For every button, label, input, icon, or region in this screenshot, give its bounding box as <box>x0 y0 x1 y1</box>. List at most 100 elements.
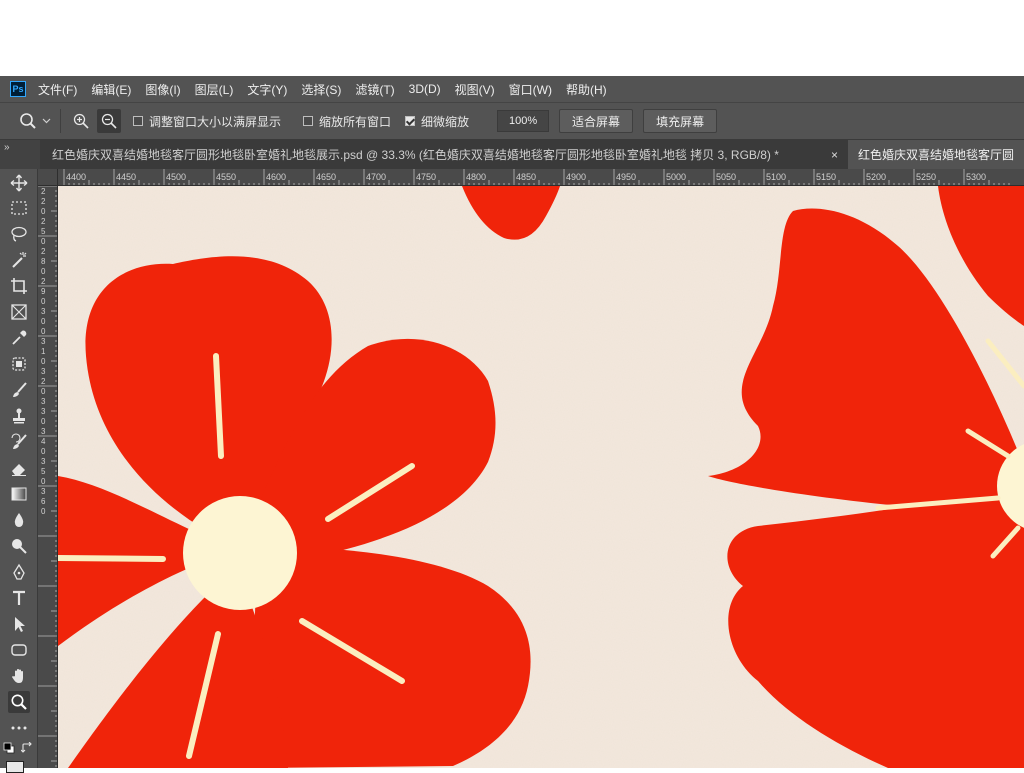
zoom-percent-field[interactable]: 100% <box>497 110 550 132</box>
menu-type[interactable]: 文字(Y) <box>247 81 287 98</box>
menu-layer[interactable]: 图层(L) <box>195 81 234 98</box>
marquee-icon[interactable] <box>8 197 30 219</box>
ruler-label: 4 <box>41 437 46 446</box>
menu-image[interactable]: 图像(I) <box>145 81 180 98</box>
horizontal-ruler[interactable]: 4400 4450 4500 4550 4600 4650 4700 4750 4800 4850… <box>58 169 1024 186</box>
path-select-icon[interactable] <box>8 613 30 635</box>
brush-icon[interactable] <box>8 379 30 401</box>
chevron-down-icon[interactable] <box>40 118 52 124</box>
ruler-label: 5000 <box>666 172 686 182</box>
document-tab-title: 红色婚庆双喜结婚地毯客厅圆 <box>858 148 1015 162</box>
ruler-label: 0 <box>41 477 46 486</box>
ruler-corner <box>38 169 58 186</box>
options-bar: 调整窗口大小以满屏显示 缩放所有窗口 细微缩放 100% 适合屏幕 填充屏幕 <box>0 102 1024 140</box>
menu-window[interactable]: 窗口(W) <box>509 81 552 98</box>
patch-icon[interactable] <box>8 353 30 375</box>
menu-3d[interactable]: 3D(D) <box>409 82 441 96</box>
ruler-label: 0 <box>41 237 46 246</box>
document-tab[interactable]: 红色婚庆双喜结婚地毯客厅圆 <box>848 140 1024 169</box>
ruler-label: 0 <box>41 387 46 396</box>
fit-screen-button[interactable]: 适合屏幕 <box>559 109 634 133</box>
ruler-label: 3 <box>41 427 46 436</box>
ruler-label: 1 <box>41 347 46 356</box>
close-tab-icon[interactable]: × <box>831 148 838 162</box>
ruler-label: 5150 <box>816 172 836 182</box>
document-tab-title: 红色婚庆双喜结婚地毯客厅圆形地毯卧室婚礼地毯展示.psd @ 33.3% (红色… <box>52 148 779 162</box>
checkbox-box[interactable] <box>133 116 143 126</box>
menu-select[interactable]: 选择(S) <box>301 81 341 98</box>
history-brush-icon[interactable] <box>8 431 30 453</box>
menu-filter[interactable]: 滤镜(T) <box>355 81 394 98</box>
menu-view[interactable]: 视图(V) <box>455 81 495 98</box>
zoom-in-icon[interactable] <box>69 109 93 133</box>
ruler-label: 0 <box>41 327 46 336</box>
divider <box>60 109 61 133</box>
tools-panel <box>0 169 38 773</box>
ruler-label: 3 <box>41 397 46 406</box>
lasso-icon[interactable] <box>8 223 30 245</box>
artwork <box>58 186 1024 768</box>
document-tab-active[interactable]: 红色婚庆双喜结婚地毯客厅圆形地毯卧室婚礼地毯展示.psd @ 33.3% (红色… <box>40 140 848 169</box>
type-icon[interactable] <box>8 587 30 609</box>
shape-icon[interactable] <box>8 639 30 661</box>
ruler-label: 0 <box>41 207 46 216</box>
vertical-ruler[interactable]: 220250280290300310320330340350360 <box>38 186 58 768</box>
ruler-label: 4900 <box>566 172 586 182</box>
crop-icon[interactable] <box>8 275 30 297</box>
ruler-label: 0 <box>41 267 46 276</box>
frame-icon[interactable] <box>8 301 30 323</box>
menu-bar: Ps 文件(F) 编辑(E) 图像(I) 图层(L) 文字(Y) 选择(S) 滤… <box>0 76 1024 102</box>
ruler-label: 0 <box>41 417 46 426</box>
menu-help[interactable]: 帮助(H) <box>566 81 607 98</box>
ruler-label: 2 <box>41 247 46 256</box>
zoom-out-icon[interactable] <box>97 109 121 133</box>
zoom-all-windows-checkbox[interactable]: 缩放所有窗口 <box>303 113 391 130</box>
ruler-label: 4850 <box>516 172 536 182</box>
ruler-label: 5050 <box>716 172 736 182</box>
ruler-label: 0 <box>41 317 46 326</box>
ruler-label: 8 <box>41 257 46 266</box>
blur-icon[interactable] <box>8 509 30 531</box>
default-colors-icon[interactable] <box>2 741 16 755</box>
collapse-panels-icon[interactable]: » <box>4 142 10 153</box>
checkbox-box-checked[interactable] <box>405 116 416 126</box>
resize-windows-checkbox[interactable]: 调整窗口大小以满屏显示 <box>133 113 281 130</box>
dodge-icon[interactable] <box>8 535 30 557</box>
scrubby-zoom-checkbox[interactable]: 细微缩放 <box>405 113 469 130</box>
ruler-label: 4950 <box>616 172 636 182</box>
ruler-label: 2 <box>41 277 46 286</box>
menu-file[interactable]: 文件(F) <box>38 81 77 98</box>
zoom-tool-preset-icon[interactable] <box>16 109 40 133</box>
move-icon[interactable] <box>8 172 30 194</box>
resize-windows-label: 调整窗口大小以满屏显示 <box>149 114 282 129</box>
ruler-label: 0 <box>41 357 46 366</box>
ruler-label: 3 <box>41 457 46 466</box>
swap-colors-icon[interactable] <box>20 741 34 755</box>
eraser-icon[interactable] <box>8 457 30 479</box>
ruler-label: 3 <box>41 367 46 376</box>
stamp-icon[interactable] <box>8 405 30 427</box>
ruler-label: 5 <box>41 227 46 236</box>
eyedropper-icon[interactable] <box>8 327 30 349</box>
magic-wand-icon[interactable] <box>8 249 30 271</box>
gradient-icon[interactable] <box>8 483 30 505</box>
ruler-label: 3 <box>41 487 46 496</box>
ruler-label: 5250 <box>916 172 936 182</box>
ruler-label: 5100 <box>766 172 786 182</box>
ruler-label: 0 <box>41 447 46 456</box>
scrubby-zoom-label: 细微缩放 <box>421 114 470 129</box>
zoom-icon[interactable] <box>8 691 30 713</box>
more-tools-icon[interactable] <box>8 717 30 739</box>
ruler-label: 4750 <box>416 172 436 182</box>
document-canvas[interactable] <box>58 186 1024 768</box>
ruler-label: 2 <box>41 377 46 386</box>
pen-icon[interactable] <box>8 561 30 583</box>
foreground-color-swatch[interactable] <box>6 761 24 773</box>
photoshop-logo-icon[interactable]: Ps <box>10 81 26 97</box>
hand-icon[interactable] <box>8 665 30 687</box>
ruler-label: 4450 <box>116 172 136 182</box>
fill-screen-button[interactable]: 填充屏幕 <box>643 109 718 133</box>
ruler-label: 4650 <box>316 172 336 182</box>
menu-edit[interactable]: 编辑(E) <box>91 81 131 98</box>
checkbox-box[interactable] <box>303 116 314 126</box>
